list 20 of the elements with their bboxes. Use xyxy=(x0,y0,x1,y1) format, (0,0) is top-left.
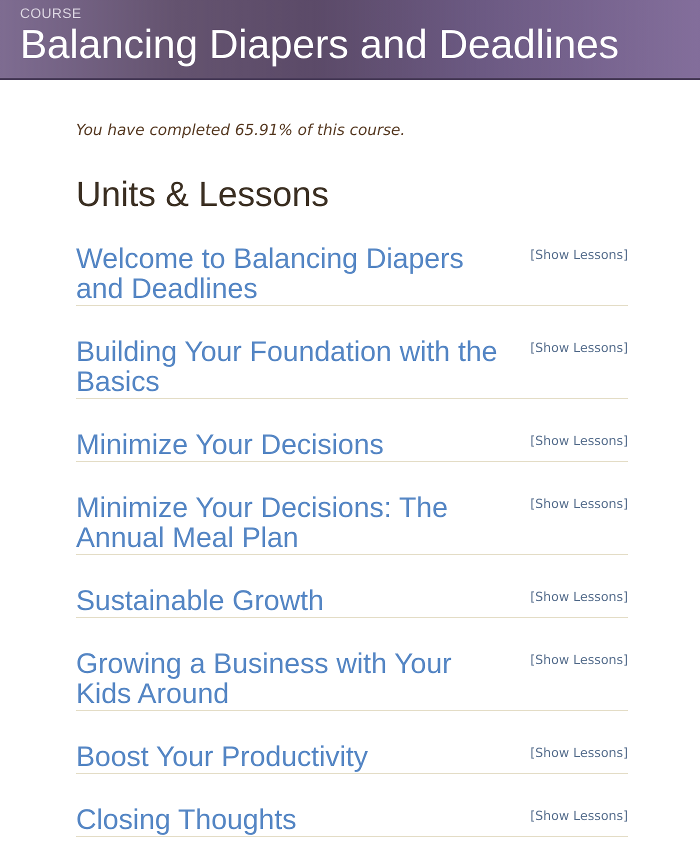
unit-title-link[interactable]: Boost Your Productivity xyxy=(76,742,506,772)
section-title: Units & Lessons xyxy=(76,175,330,215)
unit-title-link[interactable]: Growing a Business with Your Kids Around xyxy=(76,649,506,709)
show-lessons-link[interactable]: [Show Lessons] xyxy=(530,744,628,762)
show-lessons-link[interactable]: [Show Lessons] xyxy=(530,246,628,264)
show-lessons-link[interactable]: [Show Lessons] xyxy=(530,651,628,669)
unit-title-link[interactable]: Building Your Foundation with the Basics xyxy=(76,337,506,397)
unit-title-link[interactable]: Minimize Your Decisions: The Annual Meal Plan xyxy=(76,493,506,553)
show-lessons-link[interactable]: [Show Lessons] xyxy=(530,495,628,513)
show-lessons-link[interactable]: [Show Lessons] xyxy=(530,588,628,606)
course-title: Balancing Diapers and Deadlines xyxy=(20,22,620,66)
unit-title-link[interactable]: Welcome to Balancing Diapers and Deadlines xyxy=(76,244,506,304)
progress-text: You have completed 65.91% of this course. xyxy=(76,120,406,140)
unit-title-link[interactable]: Closing Thoughts xyxy=(76,805,506,835)
unit-title-link[interactable]: Sustainable Growth xyxy=(76,586,506,616)
unit-title-link[interactable]: Minimize Your Decisions xyxy=(76,430,506,460)
show-lessons-link[interactable]: [Show Lessons] xyxy=(530,339,628,357)
course-label: COURSE xyxy=(20,6,82,22)
show-lessons-link[interactable]: [Show Lessons] xyxy=(530,807,628,825)
show-lessons-link[interactable]: [Show Lessons] xyxy=(530,432,628,450)
